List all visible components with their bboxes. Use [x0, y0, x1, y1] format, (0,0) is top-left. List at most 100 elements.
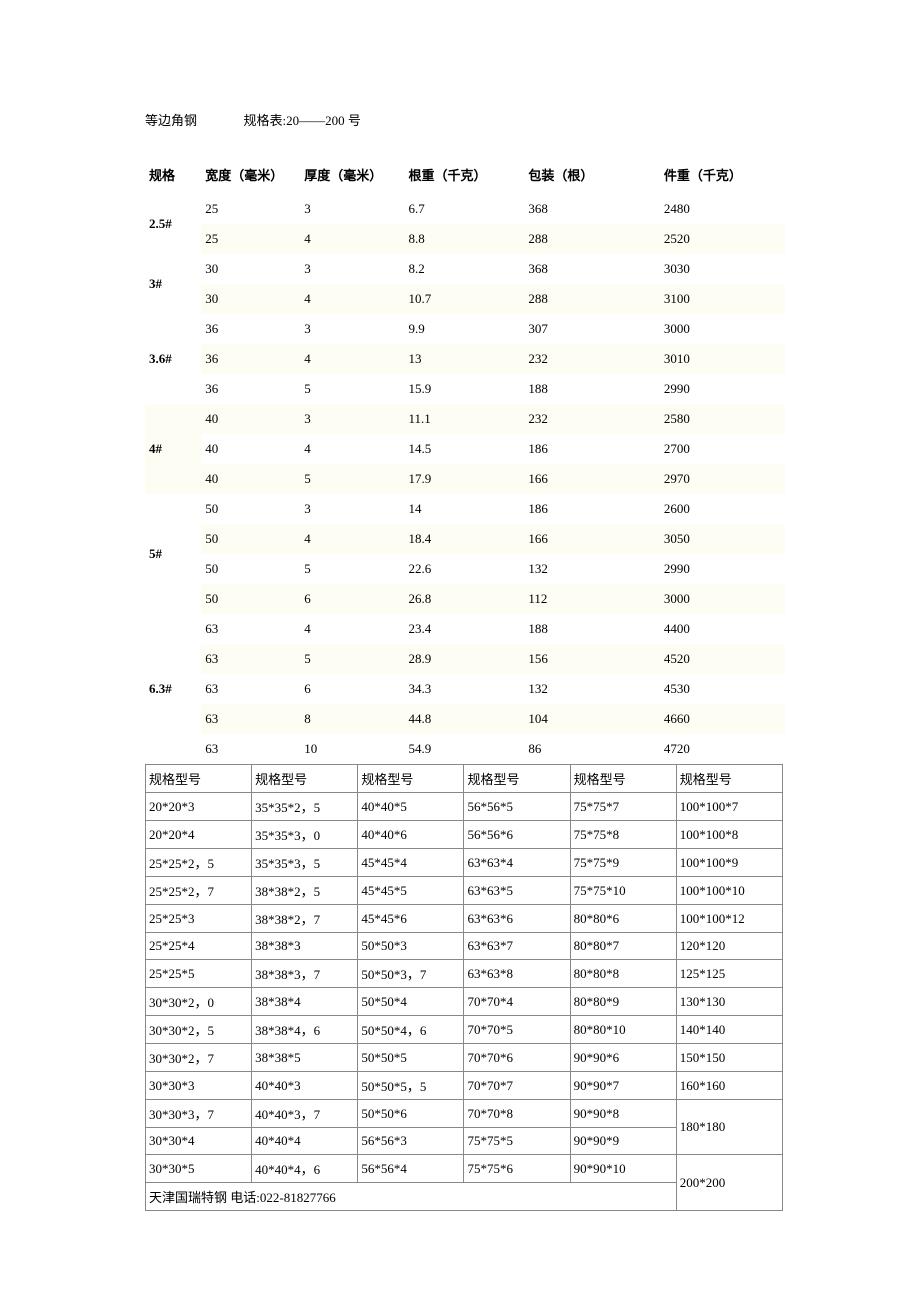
spec-cell: 22.6: [405, 554, 525, 584]
table-row: 63528.91564520: [145, 644, 785, 674]
table-row: 25*25*2，535*35*3，545*45*463*63*475*75*91…: [146, 849, 783, 877]
spec-cell: 2970: [660, 464, 785, 494]
spec-cell: 28.9: [405, 644, 525, 674]
ref-cell: 63*63*7: [464, 933, 570, 960]
ref-cell: 100*100*9: [676, 849, 782, 877]
spec-header: 包装（根）: [524, 159, 660, 194]
ref-header: 规格型号: [146, 765, 252, 793]
spec-cell: 104: [524, 704, 660, 734]
spec-cell: 40: [201, 464, 300, 494]
ref-cell: 40*40*4，6: [252, 1155, 358, 1183]
ref-header: 规格型号: [570, 765, 676, 793]
spec-cell: 30: [201, 284, 300, 314]
spec-cell: 4: [300, 614, 404, 644]
spec-cell: 6: [300, 674, 404, 704]
table-row: 30*30*3，740*40*3，750*50*670*70*890*90*81…: [146, 1100, 783, 1128]
ref-cell: 30*30*2，5: [146, 1016, 252, 1044]
ref-cell: 25*25*3: [146, 905, 252, 933]
ref-cell: 40*40*3: [252, 1072, 358, 1100]
spec-cell: 368: [524, 254, 660, 284]
spec-cell: 5: [300, 464, 404, 494]
table-row: 30*30*2，738*38*550*50*570*70*690*90*6150…: [146, 1044, 783, 1072]
spec-cell: 5: [300, 644, 404, 674]
ref-cell: 38*38*2，5: [252, 877, 358, 905]
spec-cell: 26.8: [405, 584, 525, 614]
table-row: 20*20*435*35*3，040*40*656*56*675*75*8100…: [146, 821, 783, 849]
ref-cell: 25*25*4: [146, 933, 252, 960]
table-row: 40517.91662970: [145, 464, 785, 494]
table-row: 364132323010: [145, 344, 785, 374]
table-row: 3.6#3639.93073000: [145, 314, 785, 344]
table-row: 25*25*338*38*2，745*45*663*63*680*80*6100…: [146, 905, 783, 933]
ref-cell: 56*56*6: [464, 821, 570, 849]
table-row: 25*25*538*38*3，750*50*3，763*63*880*80*81…: [146, 960, 783, 988]
spec-cell: 3000: [660, 584, 785, 614]
ref-cell: 80*80*9: [570, 988, 676, 1016]
spec-cell: 14.5: [405, 434, 525, 464]
spec-cell: 3000: [660, 314, 785, 344]
ref-cell: 38*38*3，7: [252, 960, 358, 988]
spec-cell: 188: [524, 614, 660, 644]
spec-group-label: 2.5#: [145, 194, 201, 254]
spec-cell: 63: [201, 734, 300, 764]
ref-cell: 50*50*3，7: [358, 960, 464, 988]
ref-cell: 56*56*4: [358, 1155, 464, 1183]
ref-cell: 100*100*10: [676, 877, 782, 905]
spec-cell: 4660: [660, 704, 785, 734]
spec-cell: 232: [524, 344, 660, 374]
ref-cell: 20*20*4: [146, 821, 252, 849]
ref-header: 规格型号: [676, 765, 782, 793]
spec-cell: 3010: [660, 344, 785, 374]
spec-cell: 13: [405, 344, 525, 374]
ref-cell: 75*75*7: [570, 793, 676, 821]
ref-cell: 40*40*5: [358, 793, 464, 821]
spec-cell: 14: [405, 494, 525, 524]
table-row: 40414.51862700: [145, 434, 785, 464]
ref-cell: 70*70*8: [464, 1100, 570, 1128]
ref-cell: 45*45*5: [358, 877, 464, 905]
spec-cell: 40: [201, 434, 300, 464]
table-row: 3#3038.23683030: [145, 254, 785, 284]
ref-cell: 90*90*8: [570, 1100, 676, 1128]
ref-cell: 75*75*5: [464, 1128, 570, 1155]
spec-cell: 3030: [660, 254, 785, 284]
ref-cell: 56*56*3: [358, 1128, 464, 1155]
spec-cell: 63: [201, 614, 300, 644]
spec-cell: 54.9: [405, 734, 525, 764]
spec-cell: 4: [300, 224, 404, 254]
spec-cell: 2520: [660, 224, 785, 254]
spec-cell: 2600: [660, 494, 785, 524]
ref-cell: 75*75*8: [570, 821, 676, 849]
spec-cell: 23.4: [405, 614, 525, 644]
table-row: 25*25*438*38*350*50*363*63*780*80*7120*1…: [146, 933, 783, 960]
spec-cell: 3: [300, 404, 404, 434]
spec-header: 规格: [145, 159, 201, 194]
ref-cell: 80*80*6: [570, 905, 676, 933]
spec-cell: 4: [300, 434, 404, 464]
spec-cell: 3: [300, 494, 404, 524]
ref-cell: 35*35*3，0: [252, 821, 358, 849]
table-row: 2.5#2536.73682480: [145, 194, 785, 224]
table-row: 30*30*540*40*4，656*56*475*75*690*90*1020…: [146, 1155, 783, 1183]
ref-cell: 75*75*10: [570, 877, 676, 905]
ref-cell: 150*150: [676, 1044, 782, 1072]
spec-cell: 2700: [660, 434, 785, 464]
spec-cell: 307: [524, 314, 660, 344]
ref-cell: 70*70*6: [464, 1044, 570, 1072]
spec-cell: 11.1: [405, 404, 525, 434]
spec-cell: 63: [201, 704, 300, 734]
ref-cell: 100*100*12: [676, 905, 782, 933]
ref-cell: 45*45*4: [358, 849, 464, 877]
spec-cell: 15.9: [405, 374, 525, 404]
ref-cell: 35*35*2，5: [252, 793, 358, 821]
spec-cell: 3: [300, 194, 404, 224]
spec-cell: 232: [524, 404, 660, 434]
ref-header: 规格型号: [464, 765, 570, 793]
spec-cell: 36: [201, 314, 300, 344]
spec-cell: 4: [300, 524, 404, 554]
spec-cell: 4720: [660, 734, 785, 764]
ref-cell: 130*130: [676, 988, 782, 1016]
spec-group-label: 6.3#: [145, 614, 201, 764]
spec-cell: 4: [300, 344, 404, 374]
spec-cell: 166: [524, 524, 660, 554]
